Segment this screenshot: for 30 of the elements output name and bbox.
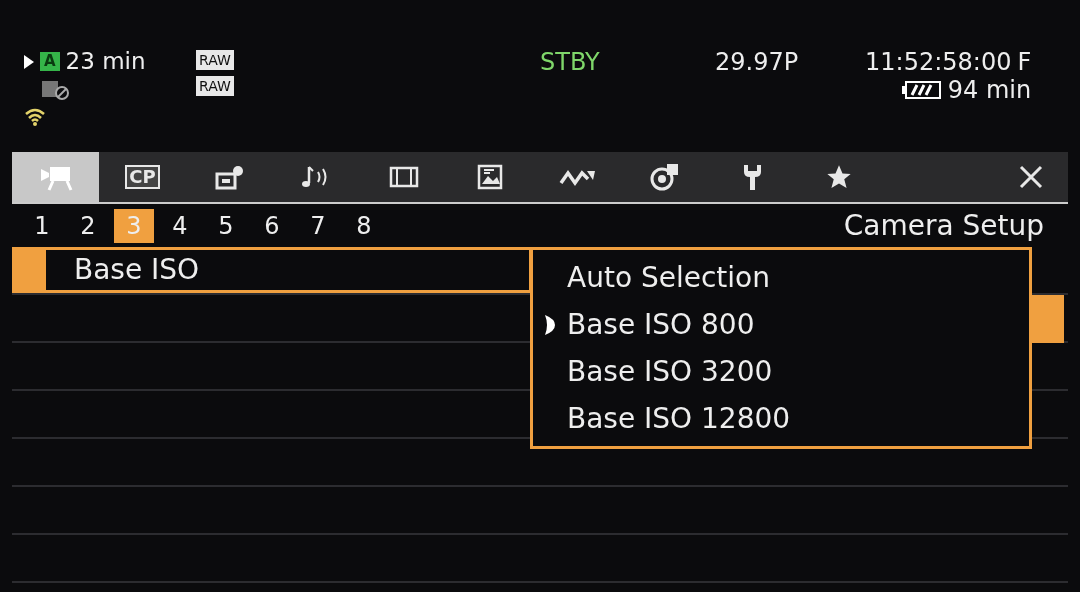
camera-gear-icon <box>214 164 245 190</box>
play-icon <box>24 54 34 69</box>
page-number[interactable]: 4 <box>160 208 200 243</box>
option-item[interactable]: Base ISO 800 <box>533 301 1029 348</box>
film-frame-icon <box>387 164 420 190</box>
playback-icon <box>648 162 681 192</box>
timecode: 11:52:58:00 <box>865 50 1012 74</box>
page-number[interactable]: 5 <box>206 208 246 243</box>
frame-rate: 29.97P <box>715 50 800 74</box>
page-number[interactable]: 6 <box>252 208 292 243</box>
option-item[interactable]: Auto Selection <box>533 254 1029 301</box>
menu-tab[interactable]: CP <box>99 152 186 202</box>
page-number[interactable]: 7 <box>298 208 338 243</box>
raw-format-badge: RAW <box>196 76 234 96</box>
raw-format-badge: RAW <box>196 50 234 70</box>
remaining-time: 23 min <box>65 50 146 73</box>
close-icon <box>1018 164 1044 190</box>
wifi-icon <box>24 107 46 127</box>
page-number[interactable]: 2 <box>68 208 108 243</box>
standby-status: STBY <box>540 50 601 74</box>
timecode-frame-label: F <box>1017 50 1032 74</box>
page-number[interactable]: 1 <box>22 208 62 243</box>
page-number[interactable]: 8 <box>344 208 384 243</box>
battery-icon <box>901 80 942 100</box>
media-slot-disabled-icon <box>42 79 70 101</box>
option-item[interactable]: Base ISO 12800 <box>533 395 1029 442</box>
menu-title: Camera Setup <box>843 211 1044 240</box>
media-badge: A <box>40 52 60 71</box>
option-item[interactable]: Base ISO 3200 <box>533 348 1029 395</box>
battery-time: 94 min <box>947 78 1032 102</box>
